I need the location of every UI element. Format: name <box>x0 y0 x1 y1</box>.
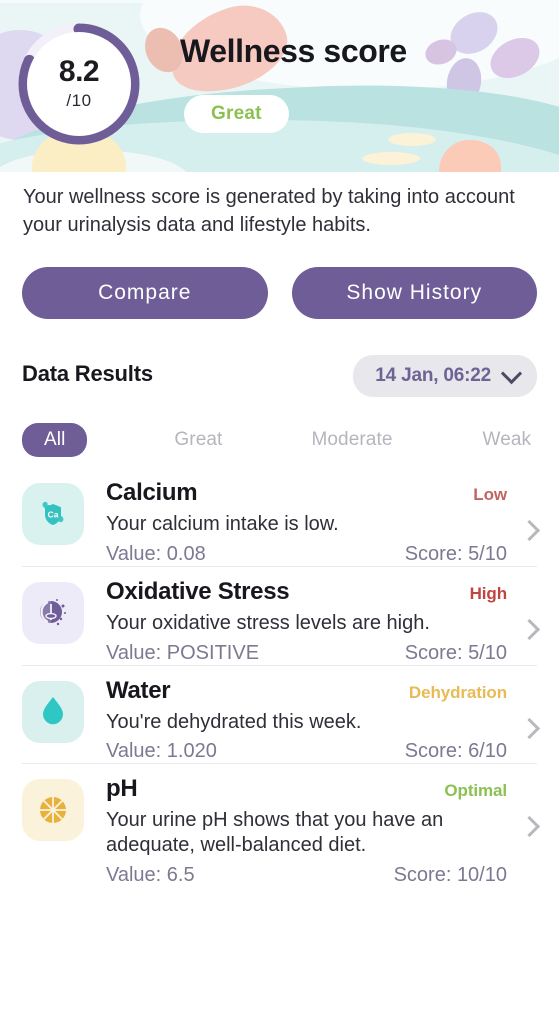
wellness-score-ring: 8.2 /10 <box>16 21 142 147</box>
row-title: Oxidative Stress <box>106 577 290 605</box>
row-metrics: Value: 1.020 Score: 6/10 <box>106 740 507 763</box>
row-status: Optimal <box>444 781 507 801</box>
filter-tab-great[interactable]: Great <box>174 429 222 451</box>
row-header: pH Optimal <box>106 775 507 803</box>
score-value: 8.2 <box>58 55 100 88</box>
decorative-oval-cream-2 <box>362 152 420 165</box>
table-row[interactable]: pH Optimal Your urine pH shows that you … <box>0 763 559 887</box>
row-description: Your calcium intake is low. <box>106 513 339 535</box>
filter-tabs: All Great Moderate Weak <box>22 423 537 457</box>
compare-button[interactable]: Compare <box>22 267 268 319</box>
row-content: Calcium Low Your calcium intake is low. … <box>84 479 537 566</box>
oxidative-stress-icon <box>22 581 84 644</box>
page-title: Wellness score <box>180 33 407 69</box>
decorative-oval-cream-1 <box>388 133 436 146</box>
row-metrics: Value: 6.5 Score: 10/10 <box>106 864 507 887</box>
row-value: Value: 1.020 <box>106 740 217 763</box>
row-status: Dehydration <box>408 682 507 702</box>
table-row[interactable]: Ca Calcium Low Your calcium intake is lo… <box>0 467 559 566</box>
results-list: Ca Calcium Low Your calcium intake is lo… <box>0 467 559 887</box>
svg-text:Ca: Ca <box>48 510 59 520</box>
show-history-button[interactable]: Show History <box>291 267 537 319</box>
row-content: pH Optimal Your urine pH shows that you … <box>84 775 537 887</box>
row-value: Value: 0.08 <box>106 542 206 565</box>
row-metrics: Value: 0.08 Score: 5/10 <box>106 543 507 566</box>
row-content: Water Dehydration You're dehydrated this… <box>84 677 537 764</box>
score-denominator: /10 <box>66 91 92 110</box>
row-score: Score: 10/10 <box>393 863 507 886</box>
data-results-title: Data Results <box>22 361 153 386</box>
header-banner: 8.2 /10 Wellness score Great <box>0 0 559 172</box>
row-score: Score: 6/10 <box>404 740 507 763</box>
date-selector[interactable]: 14 Jan, 06:22 <box>353 355 537 397</box>
score-description: Your wellness score is generated by taki… <box>23 186 515 237</box>
action-button-row: Compare Show History <box>22 267 537 319</box>
ph-citrus-icon <box>22 779 84 842</box>
score-inner-disc: 8.2 /10 <box>27 32 131 136</box>
wellness-score-screen: 8.2 /10 Wellness score Great Your wellne… <box>0 0 559 1024</box>
row-description: You're dehydrated this week. <box>106 710 362 733</box>
row-title: Calcium <box>106 479 198 506</box>
calcium-molecule-icon: Ca <box>22 483 84 545</box>
filter-tab-weak[interactable]: Weak <box>483 429 532 451</box>
water-droplet-icon <box>22 680 84 743</box>
row-content: Oxidative Stress High Your oxidative str… <box>84 578 537 665</box>
row-title: pH <box>106 775 138 803</box>
table-row[interactable]: Oxidative Stress High Your oxidative str… <box>0 565 559 665</box>
row-status: High <box>469 583 507 603</box>
row-header: Oxidative Stress High <box>106 578 507 606</box>
date-selector-label: 14 Jan, 06:22 <box>375 365 491 386</box>
row-score: Score: 5/10 <box>404 641 507 664</box>
row-score: Score: 5/10 <box>404 542 507 565</box>
row-description: Your urine pH shows that you have an ade… <box>106 809 444 857</box>
status-badge: Great <box>184 95 289 133</box>
row-header: Water Dehydration <box>106 677 507 705</box>
row-header: Calcium Low <box>106 479 507 507</box>
row-metrics: Value: POSITIVE Score: 5/10 <box>106 642 507 665</box>
row-title: Water <box>106 676 171 704</box>
table-row[interactable]: Water Dehydration You're dehydrated this… <box>0 664 559 764</box>
row-status: Low <box>473 485 507 504</box>
row-value: Value: 6.5 <box>106 863 195 886</box>
filter-tab-moderate[interactable]: Moderate <box>311 429 392 451</box>
row-value: Value: POSITIVE <box>106 641 260 664</box>
row-description: Your oxidative stress levels are high. <box>106 611 430 634</box>
chevron-down-icon <box>500 362 523 384</box>
filter-tab-all[interactable]: All <box>22 423 88 457</box>
